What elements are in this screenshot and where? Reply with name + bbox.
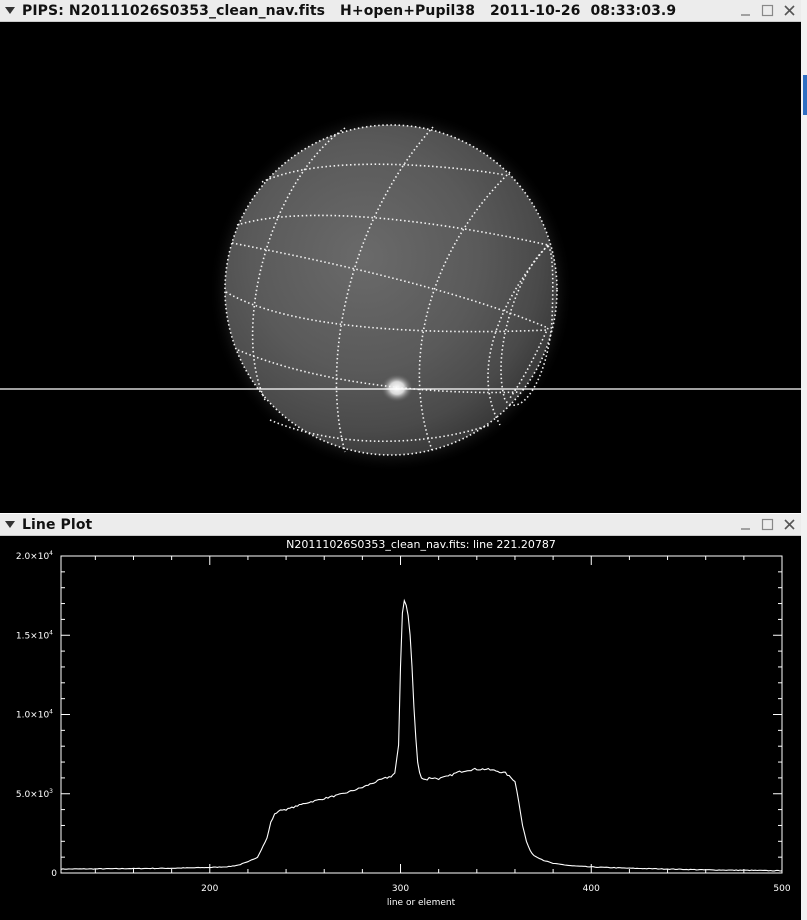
image-window: PIPS: N20111026S0353_clean_nav.fits H+op… bbox=[0, 0, 801, 513]
close-button[interactable] bbox=[782, 517, 797, 532]
x-axis-label: line or element bbox=[387, 898, 456, 908]
y-tick-label: 1.5×104 bbox=[16, 629, 53, 641]
minimize-icon bbox=[741, 528, 750, 530]
window-menu-icon[interactable] bbox=[4, 520, 16, 530]
minimize-icon bbox=[741, 14, 750, 16]
close-icon bbox=[784, 519, 795, 530]
close-button[interactable] bbox=[782, 3, 797, 18]
maximize-button[interactable] bbox=[760, 3, 775, 18]
x-tick-label: 400 bbox=[583, 884, 600, 894]
plot-title: N20111026S0353_clean_nav.fits: line 221.… bbox=[286, 538, 556, 551]
minimize-button[interactable] bbox=[738, 517, 753, 532]
plot-window: Line Plot N20111026S0353_clean_nav.fits:… bbox=[0, 514, 801, 920]
plot-window-titlebar[interactable]: Line Plot bbox=[0, 514, 801, 536]
minimize-button[interactable] bbox=[738, 3, 753, 18]
planet-disk bbox=[225, 125, 557, 455]
planet-image[interactable] bbox=[0, 22, 801, 513]
y-tick-label: 0 bbox=[51, 869, 57, 879]
background-edge bbox=[801, 0, 807, 920]
image-window-titlebar[interactable]: PIPS: N20111026S0353_clean_nav.fits H+op… bbox=[0, 0, 801, 22]
x-tick-label: 300 bbox=[392, 884, 409, 894]
bright-spot bbox=[381, 374, 413, 402]
maximize-icon bbox=[761, 4, 774, 17]
x-tick-label: 500 bbox=[773, 884, 790, 894]
plot-window-title: Line Plot bbox=[22, 516, 93, 533]
maximize-button[interactable] bbox=[760, 517, 775, 532]
y-tick-label: 1.0×104 bbox=[16, 709, 53, 721]
maximize-icon bbox=[761, 518, 774, 531]
window-menu-icon[interactable] bbox=[4, 6, 16, 16]
close-icon bbox=[784, 5, 795, 16]
image-window-title: PIPS: N20111026S0353_clean_nav.fits H+op… bbox=[22, 2, 677, 19]
line-plot[interactable]: N20111026S0353_clean_nav.fits: line 221.… bbox=[0, 536, 801, 920]
x-tick-label: 200 bbox=[201, 884, 218, 894]
y-tick-label: 2.0×104 bbox=[16, 550, 53, 562]
y-tick-label: 5.0×103 bbox=[16, 788, 53, 800]
